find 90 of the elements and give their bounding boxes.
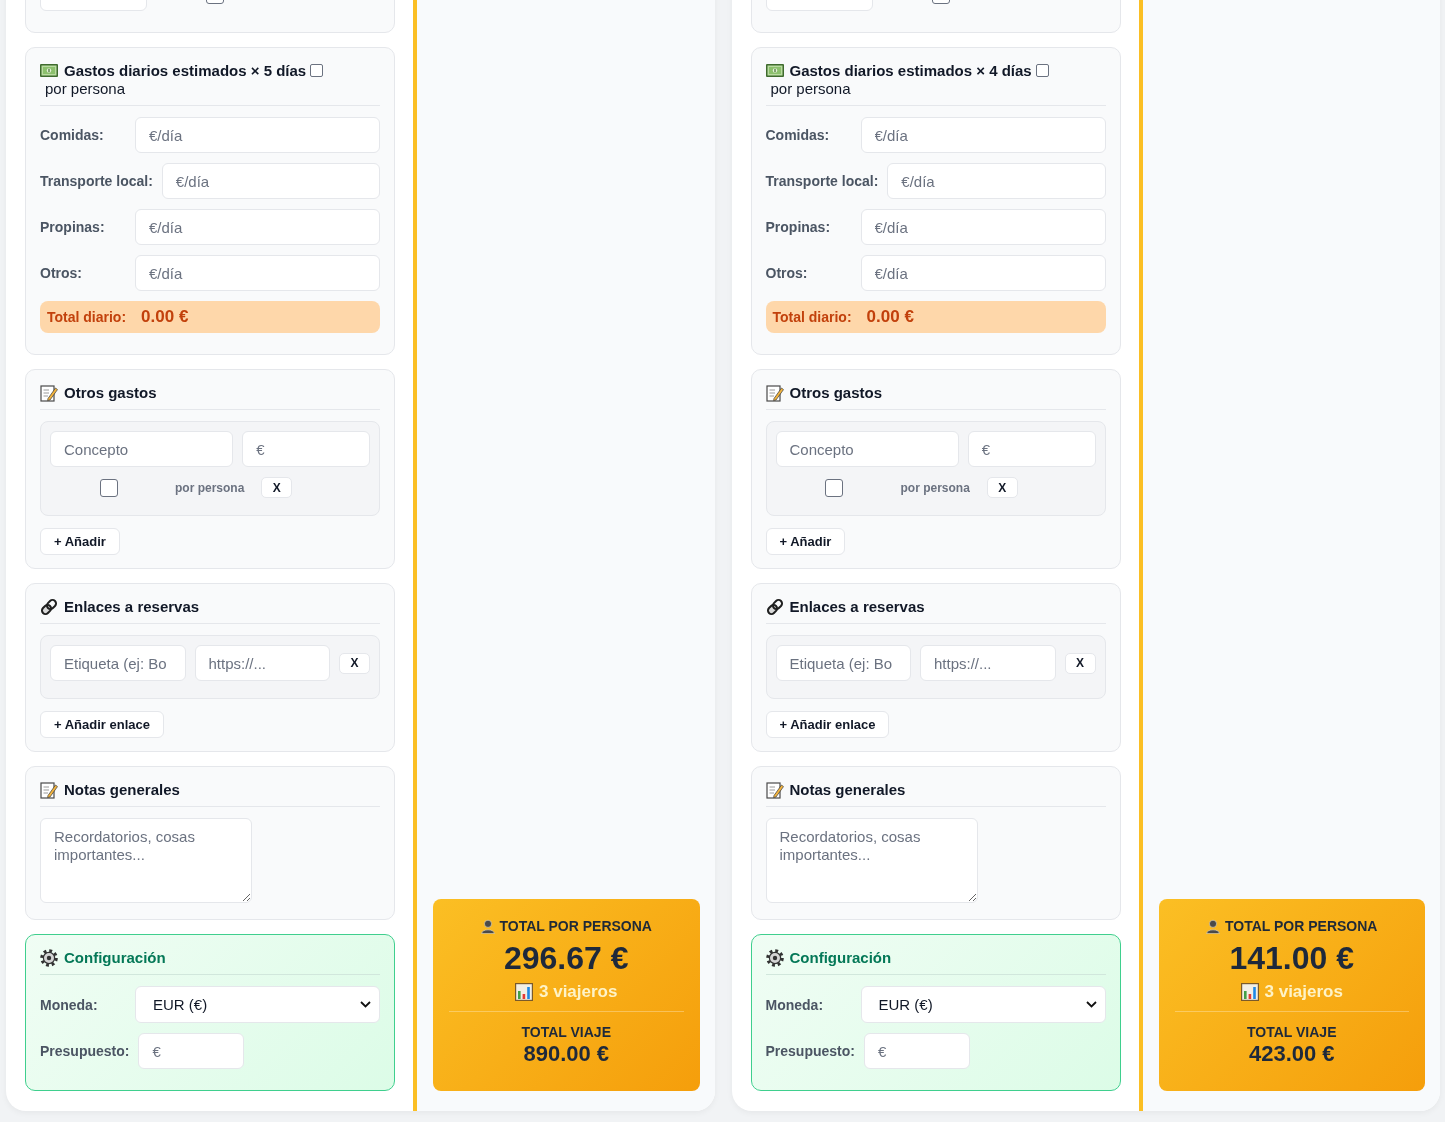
bar-chart-icon — [1240, 983, 1259, 1001]
gear-icon — [40, 949, 58, 967]
input-field[interactable]: https://... — [194, 645, 330, 681]
memo-icon — [765, 384, 784, 402]
per-person-label: TOTAL POR PERSONA — [1225, 917, 1378, 935]
travelers-count: 3 viajeros — [1264, 981, 1343, 1003]
daily-total-value: 0.00 € — [866, 307, 914, 327]
input-field[interactable]: Concepto — [50, 431, 234, 467]
input-field[interactable]: Etiqueta (ej: Bo — [50, 645, 186, 681]
field-label: Propinas: — [40, 219, 106, 235]
section-title: Otros gastos — [789, 384, 883, 402]
section-title: Gastos diarios estimados × 5 días — [64, 62, 307, 79]
link-icon — [40, 598, 58, 616]
banknote-icon — [40, 64, 58, 77]
field-label: Otros: — [765, 265, 809, 281]
add-button[interactable]: + Añadir enlace — [40, 711, 164, 738]
banknote-icon — [765, 64, 784, 77]
input-field[interactable]: € — [138, 1033, 245, 1069]
section-title: Notas generales — [64, 781, 180, 799]
section-title: Notas generales — [789, 781, 906, 799]
input-field[interactable]: € — [863, 1033, 970, 1069]
person-icon — [1206, 918, 1220, 934]
checkbox[interactable] — [99, 478, 118, 497]
add-button[interactable]: + Añadir enlace — [765, 711, 890, 738]
input-field[interactable]: €/día — [860, 209, 1106, 245]
checkbox[interactable] — [310, 64, 324, 77]
input-field[interactable]: € — [242, 431, 370, 467]
input-field[interactable]: Etiqueta (ej: Bo — [775, 645, 911, 681]
per-person-label: TOTAL POR PERSONA — [499, 917, 652, 935]
section-title: Enlaces a reservas — [64, 598, 200, 616]
input-field[interactable]: €/día — [135, 209, 380, 245]
section-title: Enlaces a reservas — [789, 598, 925, 616]
chevron-down-icon — [1085, 1001, 1097, 1008]
memo-icon — [40, 781, 58, 799]
link-icon — [765, 598, 784, 616]
section-title: Configuración — [789, 949, 892, 967]
input-field[interactable]: Concepto — [775, 431, 959, 467]
field-label: Moneda: — [765, 996, 825, 1013]
remove-button[interactable]: X — [261, 477, 293, 498]
add-button[interactable]: + Añadir — [765, 528, 846, 555]
field-label: Moneda: — [40, 996, 99, 1013]
field-label: Transporte local: — [40, 173, 153, 189]
notes-textarea[interactable]: Recordatorios, cosas importantes... — [765, 818, 978, 903]
input-field[interactable]: €/día — [161, 163, 380, 199]
currency-select[interactable]: EUR (€) — [135, 986, 380, 1023]
daily-total-label: Total diario: — [47, 309, 127, 325]
trip-total-value: 890.00 € — [522, 1041, 611, 1067]
checkbox[interactable] — [1035, 64, 1049, 77]
checkbox-label: por persona — [45, 80, 126, 98]
daily-total-value: 0.00 € — [141, 307, 189, 327]
section-title: Gastos diarios estimados × 4 días — [789, 62, 1032, 79]
daily-total-label: Total diario: — [772, 309, 852, 325]
field-label: Presupuesto: — [765, 1043, 855, 1059]
per-person-total: 296.67 € — [502, 939, 630, 977]
field-label: Presupuesto: — [40, 1043, 130, 1059]
notes-textarea[interactable]: Recordatorios, cosas importantes... — [40, 818, 252, 903]
input-field[interactable]: € — [967, 431, 1096, 467]
input-field[interactable]: https://... — [920, 645, 1056, 681]
section-title: Otros gastos — [64, 384, 157, 402]
checkbox-label: por persona — [900, 480, 970, 495]
bar-chart-icon — [515, 983, 533, 1001]
travelers-count: 3 viajeros — [539, 981, 618, 1003]
field-label: Propinas: — [765, 219, 832, 235]
remove-button[interactable]: X — [1064, 652, 1096, 674]
input-field[interactable]: €/día — [860, 255, 1106, 291]
input-field[interactable]: €/día — [887, 163, 1106, 199]
memo-icon — [765, 781, 784, 799]
input-field[interactable]: €/día — [860, 117, 1106, 153]
field-label: Otros: — [40, 265, 83, 281]
field-label: Transporte local: — [765, 173, 879, 189]
checkbox-label: por persona — [770, 80, 851, 98]
field-label: Comidas: — [40, 127, 105, 143]
chevron-down-icon — [360, 1001, 371, 1008]
currency-select[interactable]: EUR (€) — [860, 986, 1106, 1023]
input-field[interactable]: €/día — [135, 117, 380, 153]
person-icon — [480, 918, 495, 934]
add-button[interactable]: + Añadir — [40, 528, 120, 555]
section-title: Configuración — [64, 949, 166, 967]
checkbox[interactable] — [825, 478, 843, 497]
memo-icon — [40, 384, 58, 402]
checkbox-label: por persona — [175, 480, 245, 495]
per-person-total: 141.00 € — [1228, 939, 1356, 977]
trip-total-value: 423.00 € — [1247, 1041, 1336, 1067]
remove-button[interactable]: X — [986, 477, 1018, 498]
remove-button[interactable]: X — [339, 652, 370, 674]
field-label: Comidas: — [765, 127, 831, 143]
input-field[interactable]: €/día — [135, 255, 380, 291]
trip-total-label: TOTAL VIAJE — [520, 1023, 612, 1041]
trip-total-label: TOTAL VIAJE — [1246, 1023, 1338, 1041]
gear-icon — [765, 949, 784, 967]
